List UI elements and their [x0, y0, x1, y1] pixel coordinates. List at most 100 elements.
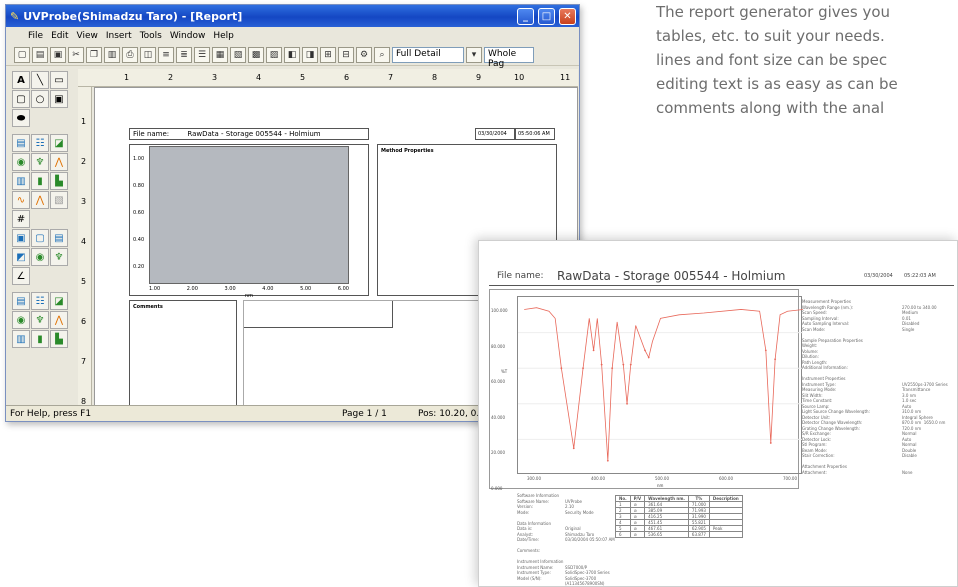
sample-tool-icon[interactable]: ◉	[31, 248, 49, 266]
ruler-mark: 9	[476, 73, 482, 82]
report-table-icon[interactable]: ▤	[12, 292, 30, 310]
software-values: UVProbe 2.10 Security Mode Original Shimadzu…	[565, 493, 615, 587]
back-icon[interactable]: ◨	[302, 46, 318, 63]
link-tool-icon[interactable]: ⬬	[12, 109, 30, 127]
report-list-icon[interactable]: ☷	[31, 292, 49, 310]
report-stats-icon[interactable]: ▙	[50, 330, 68, 348]
report-spectrum-icon[interactable]: ◉	[12, 311, 30, 329]
menu-insert[interactable]: Insert	[106, 31, 132, 41]
paste-icon[interactable]: ▥	[104, 46, 120, 63]
report-data-icon[interactable]: ▥	[12, 330, 30, 348]
report-chart-icon[interactable]: ◪	[50, 292, 68, 310]
ruler-mark: 7	[388, 73, 394, 82]
report-time: 05:22:03 AM	[904, 273, 936, 279]
graph-icon[interactable]: ▧	[230, 46, 246, 63]
peak-row: 6 ⊘ 536.65 63.877	[615, 531, 743, 538]
align-center-icon[interactable]: ≣	[176, 46, 192, 63]
printed-report: File name: RawData - Storage 005544 - Ho…	[478, 240, 958, 587]
wave-tool-icon[interactable]: ∿	[12, 191, 30, 209]
spectrum-tool-icon[interactable]: ◉	[12, 153, 30, 171]
y-tick: 0.60	[133, 210, 145, 216]
menu-edit[interactable]: Edit	[51, 31, 68, 41]
report-icon[interactable]: ▦	[212, 46, 228, 63]
image-icon[interactable]: ▨	[266, 46, 282, 63]
bar-tool-icon[interactable]: ▮	[31, 172, 49, 190]
x-tick: 700.00	[783, 476, 797, 481]
front-icon[interactable]: ◧	[284, 46, 300, 63]
x-tick-labels: 1.00 2.00 3.00 4.00 5.00 6.00	[149, 286, 349, 292]
signature-tool-icon[interactable]: ∠	[12, 267, 30, 285]
peak-point	[600, 363, 603, 366]
app-icon: ✎	[10, 9, 20, 23]
minimize-button[interactable]: _	[517, 7, 534, 25]
print-preview-icon[interactable]: ◫	[140, 46, 156, 63]
comments-box[interactable]: Comments	[129, 300, 237, 410]
date-box[interactable]: 03/30/2004	[475, 128, 515, 140]
peak-point	[582, 367, 584, 370]
grid-tool-icon[interactable]: #	[12, 210, 30, 228]
zoom-select[interactable]: Whole Pag	[484, 46, 534, 69]
ellipse-tool-icon[interactable]: ○	[31, 90, 49, 108]
file-name-label: File name:	[133, 130, 170, 138]
ruler-mark: 5	[81, 277, 87, 286]
window-titlebar[interactable]: ✎ UVProbe(Shimadzu Taro) - [Report] _ □ …	[6, 5, 579, 27]
zoom-icon[interactable]: ⌕	[374, 46, 390, 63]
y-tick: 1.00	[133, 156, 145, 162]
new-icon[interactable]: ▢	[14, 46, 30, 63]
chevron-down-icon[interactable]: ▾	[466, 46, 482, 63]
stats-tool-icon[interactable]: ▙	[50, 172, 68, 190]
detail-select[interactable]: Full Detail	[392, 46, 464, 63]
overlay-tool-icon[interactable]: ⋀	[31, 191, 49, 209]
time-box[interactable]: 05:50:06 AM	[515, 128, 555, 140]
method-tool-icon[interactable]: ♆	[50, 248, 68, 266]
curve-tool-icon[interactable]: ⋀	[50, 153, 68, 171]
copy-icon[interactable]: ❐	[86, 46, 102, 63]
peak-cell: ⊘	[629, 531, 646, 538]
report-x-label: nm	[657, 483, 664, 488]
save-icon[interactable]: ▣	[50, 46, 66, 63]
text-tool-icon[interactable]: A	[12, 71, 30, 89]
open-icon[interactable]: ▤	[32, 46, 48, 63]
scan-tool-icon[interactable]: ◩	[12, 248, 30, 266]
table-icon[interactable]: ▩	[248, 46, 264, 63]
table-tool-icon[interactable]: ☷	[31, 134, 49, 152]
picture-tool-icon[interactable]: ▣	[50, 90, 68, 108]
spectrum-graph-placeholder[interactable]	[149, 146, 349, 284]
properties-icon[interactable]: ⚙	[356, 46, 372, 63]
file-name-box[interactable]: File name: RawData - Storage 005544 - Ho…	[129, 128, 369, 140]
grid-icon[interactable]: ⊟	[338, 46, 354, 63]
report-peak-icon[interactable]: ♆	[31, 311, 49, 329]
close-button[interactable]: ✕	[559, 7, 576, 25]
maximize-button[interactable]: □	[538, 7, 555, 25]
window-tool-icon[interactable]: ▤	[50, 229, 68, 247]
toolbar: ▢ ▤ ▣ ✂ ❐ ▥ ⎙ ◫ ≡ ≣ ☰ ▦ ▧ ▩ ▨ ◧ ◨ ⊞ ⊟ ⚙ …	[6, 44, 579, 69]
print-icon[interactable]: ⎙	[122, 46, 138, 63]
group-icon[interactable]: ⊞	[320, 46, 336, 63]
rectangle-tool-icon[interactable]: ▭	[50, 71, 68, 89]
property-label: Detector Change Wavelength:	[802, 420, 863, 425]
menu-window[interactable]: Window	[170, 31, 206, 41]
property-label: Light Source Change Wavelength:	[802, 409, 870, 414]
report-bar-icon[interactable]: ▮	[31, 330, 49, 348]
layer-tool-icon[interactable]: ▧	[50, 191, 68, 209]
chart-tool-icon[interactable]: ◪	[50, 134, 68, 152]
align-left-icon[interactable]: ≡	[158, 46, 174, 63]
y-tick: 100.000	[491, 308, 508, 313]
box-tool-icon[interactable]: ▣	[12, 229, 30, 247]
peak-tool-icon[interactable]: ♆	[31, 153, 49, 171]
menu-tools[interactable]: Tools	[140, 31, 162, 41]
menu-file[interactable]: File	[28, 31, 43, 41]
menu-view[interactable]: View	[77, 31, 98, 41]
frame-tool-icon[interactable]: ▢	[31, 229, 49, 247]
rounded-rect-tool-icon[interactable]: ▢	[12, 90, 30, 108]
report-curve-icon[interactable]: ⋀	[50, 311, 68, 329]
spectrum-plot	[517, 296, 804, 474]
line-tool-icon[interactable]: ╲	[31, 71, 49, 89]
data-tool-icon[interactable]: ▥	[12, 172, 30, 190]
cut-icon[interactable]: ✂	[68, 46, 84, 63]
copy-line: editing text is as easy as can be	[656, 75, 898, 93]
menu-help[interactable]: Help	[213, 31, 234, 41]
graph-tool-icon[interactable]: ▤	[12, 134, 30, 152]
align-right-icon[interactable]: ☰	[194, 46, 210, 63]
menu-bar: File Edit View Insert Tools Window Help	[6, 27, 579, 44]
